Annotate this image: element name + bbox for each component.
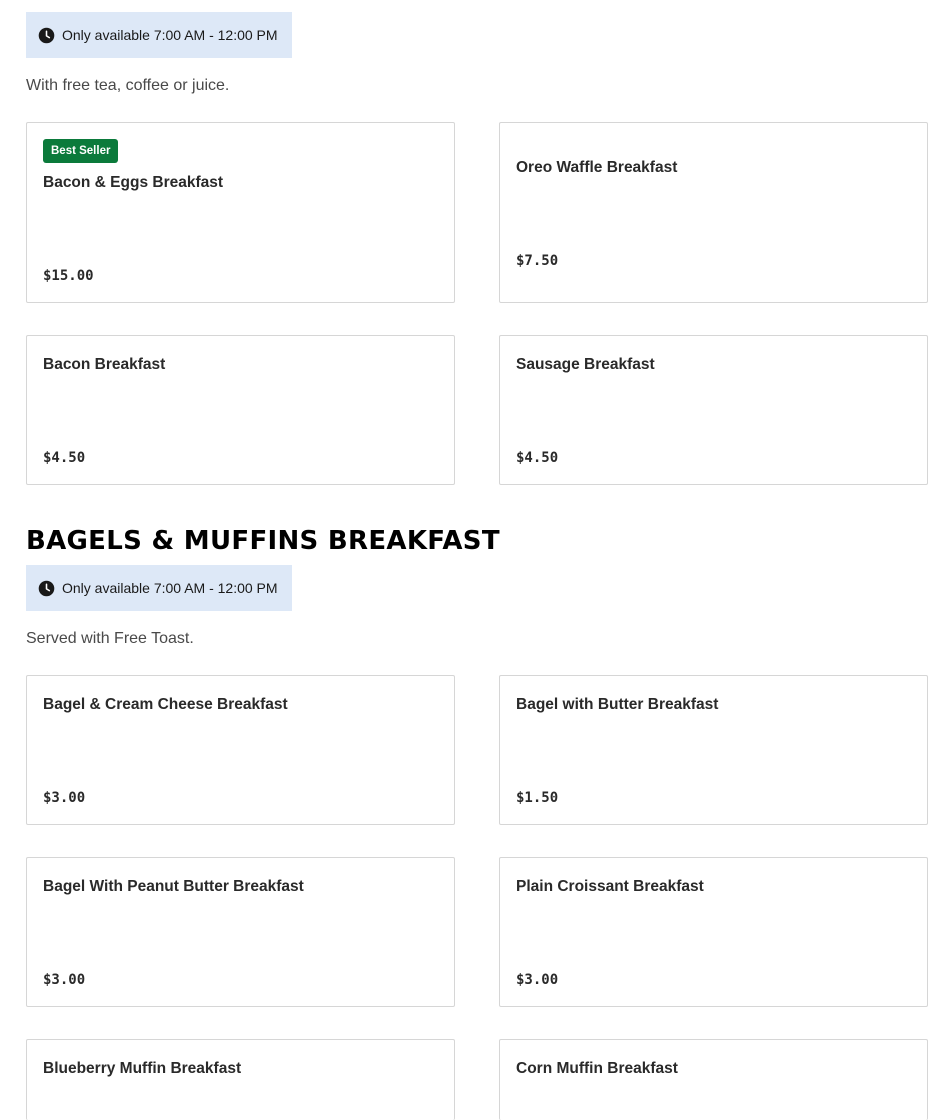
item-name: Bagel with Butter Breakfast — [516, 696, 719, 713]
item-price: $15.00 — [43, 268, 94, 284]
item-price: $7.50 — [516, 253, 559, 269]
item-name: Plain Croissant Breakfast — [516, 878, 704, 895]
best-seller-badge: Best Seller — [43, 139, 119, 163]
item-price: $1.50 — [516, 790, 559, 806]
availability-banner: Only available 7:00 AM - 12:00 PM — [26, 12, 292, 58]
section-title: BAGELS & MUFFINS BREAKFAST — [26, 526, 500, 556]
availability-text: Only available 7:00 AM - 12:00 PM — [62, 27, 278, 43]
menu-item-card[interactable]: Bagel With Peanut Butter Breakfast $3.00 — [26, 857, 455, 1007]
item-price: $3.00 — [43, 972, 86, 988]
item-price: $3.00 — [516, 972, 559, 988]
item-name: Bagel & Cream Cheese Breakfast — [43, 696, 288, 713]
menu-item-card[interactable]: Sausage Breakfast $4.50 — [499, 335, 928, 485]
item-name: Bacon & Eggs Breakfast — [43, 174, 224, 191]
menu-item-card[interactable]: Bacon Breakfast $4.50 — [26, 335, 455, 485]
menu-page: Only available 7:00 AM - 12:00 PM With f… — [0, 0, 950, 1120]
item-price: $4.50 — [43, 450, 86, 466]
clock-icon — [38, 580, 55, 596]
menu-item-card[interactable]: Oreo Waffle Breakfast $7.50 — [499, 122, 928, 303]
menu-item-card[interactable]: Plain Croissant Breakfast $3.00 — [499, 857, 928, 1007]
item-name: Bacon Breakfast — [43, 356, 166, 373]
item-name: Oreo Waffle Breakfast — [516, 159, 678, 176]
menu-item-card[interactable]: Bagel & Cream Cheese Breakfast $3.00 — [26, 675, 455, 825]
item-name: Bagel With Peanut Butter Breakfast — [43, 878, 304, 895]
item-name: Sausage Breakfast — [516, 356, 655, 373]
section-description: Served with Free Toast. — [26, 630, 194, 647]
menu-item-card[interactable]: Bagel with Butter Breakfast $1.50 — [499, 675, 928, 825]
menu-item-card[interactable]: Best Seller Bacon & Eggs Breakfast $15.0… — [26, 122, 455, 303]
clock-icon — [38, 27, 55, 43]
item-name: Blueberry Muffin Breakfast — [43, 1060, 242, 1077]
section-description: With free tea, coffee or juice. — [26, 77, 230, 94]
availability-banner: Only available 7:00 AM - 12:00 PM — [26, 565, 292, 611]
menu-item-card[interactable]: Blueberry Muffin Breakfast — [26, 1039, 455, 1120]
item-price: $4.50 — [516, 450, 559, 466]
menu-item-card[interactable]: Corn Muffin Breakfast — [499, 1039, 928, 1120]
availability-text: Only available 7:00 AM - 12:00 PM — [62, 580, 278, 596]
item-price: $3.00 — [43, 790, 86, 806]
item-name: Corn Muffin Breakfast — [516, 1060, 678, 1077]
